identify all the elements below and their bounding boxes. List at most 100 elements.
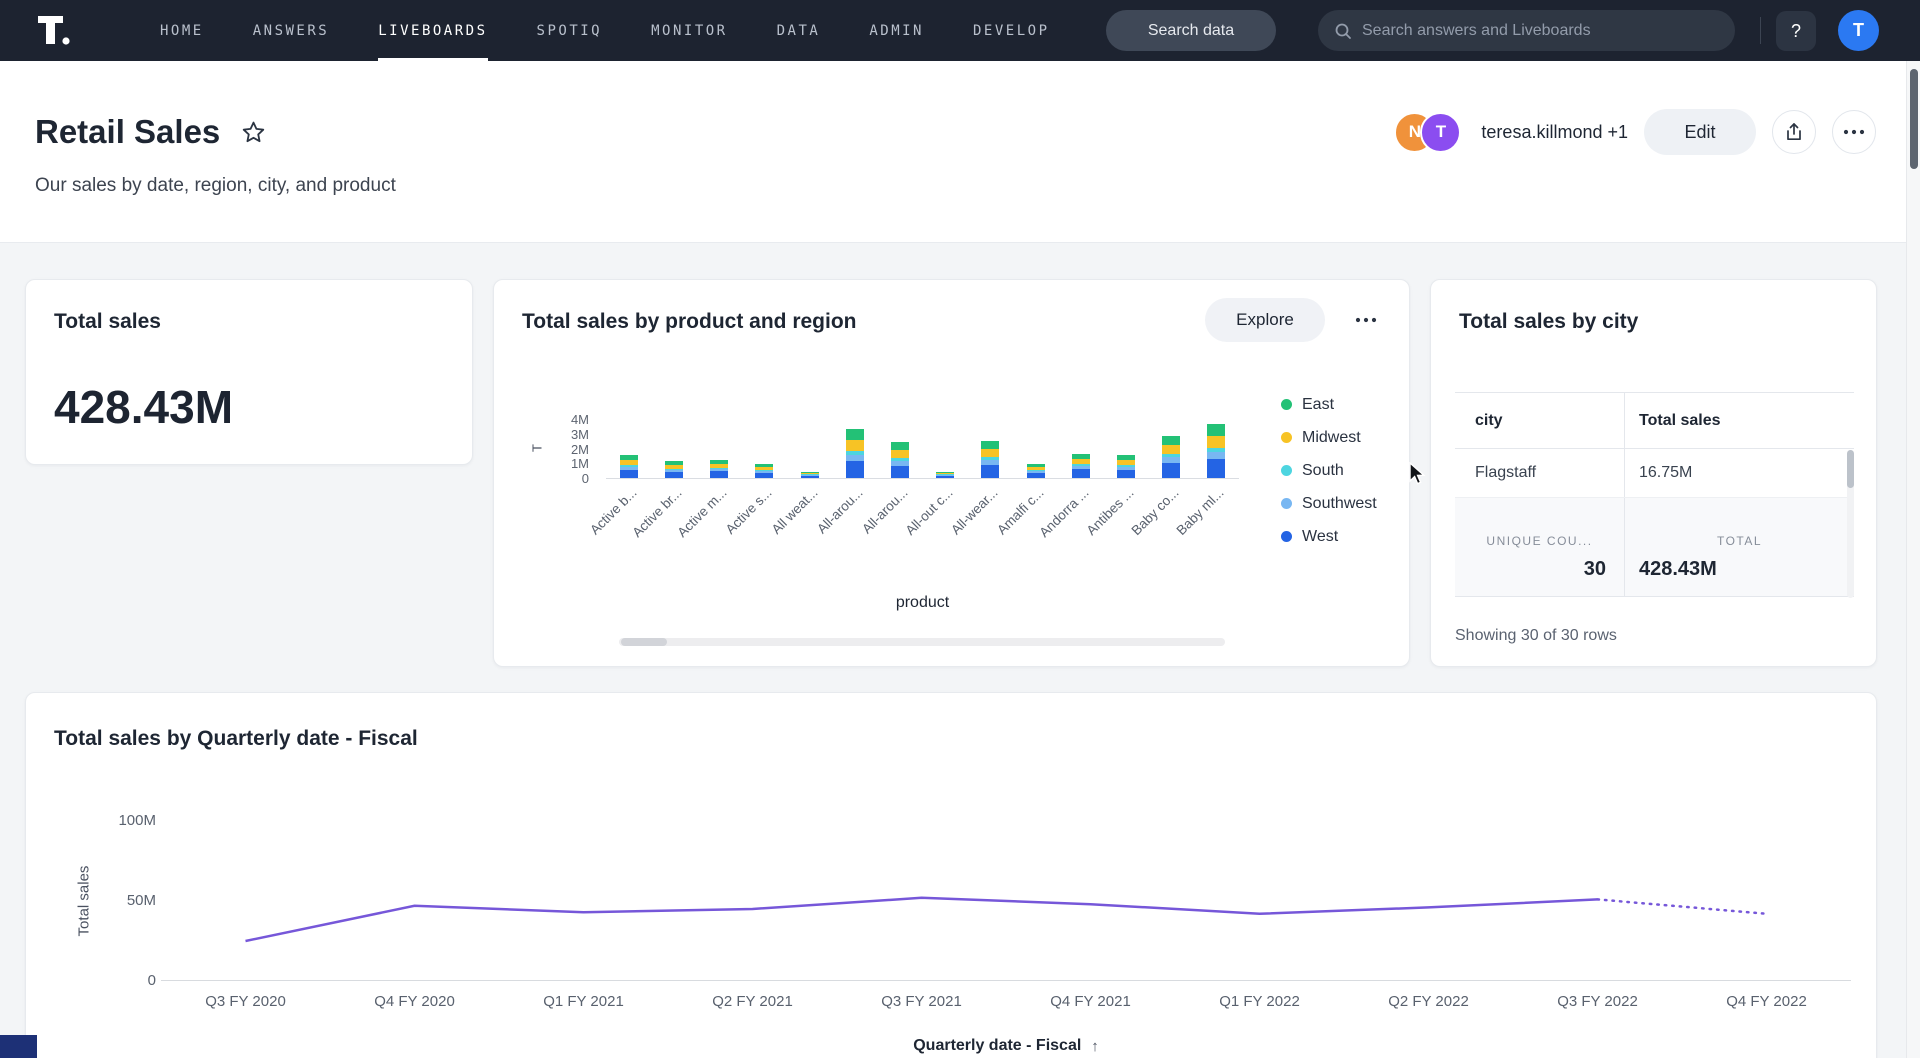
- line-x-axis-title: Quarterly date - Fiscal: [913, 1037, 1081, 1055]
- page-scrollbar-thumb[interactable]: [1910, 69, 1918, 169]
- nav-item-admin[interactable]: ADMIN: [869, 0, 924, 61]
- legend-label: South: [1302, 462, 1344, 480]
- bar-baby-ml[interactable]: [1207, 424, 1225, 478]
- favorite-star-icon[interactable]: [240, 119, 267, 146]
- nav-item-data[interactable]: DATA: [777, 0, 821, 61]
- bar-segment-midwest[interactable]: [846, 440, 864, 451]
- sales-trend-line-forecast[interactable]: [1598, 899, 1767, 913]
- table-scrollbar-thumb[interactable]: [1847, 450, 1854, 488]
- bar-all-weat[interactable]: [801, 472, 819, 478]
- column-header-total-sales[interactable]: Total sales: [1624, 393, 1854, 448]
- bar-segment-west[interactable]: [620, 470, 638, 478]
- table-summary-row: UNIQUE COU... 30 TOTAL 428.43M: [1455, 498, 1854, 597]
- nav-item-home[interactable]: HOME: [160, 0, 204, 61]
- help-button[interactable]: ?: [1776, 11, 1816, 51]
- table-row[interactable]: Flagstaff 16.75M: [1455, 449, 1854, 498]
- bar-segment-west[interactable]: [981, 465, 999, 478]
- bar-segment-east[interactable]: [846, 429, 864, 440]
- bar-segment-west[interactable]: [755, 473, 773, 478]
- bar-segment-midwest[interactable]: [1162, 445, 1180, 454]
- global-search-input[interactable]: [1362, 22, 1719, 40]
- bar-active-s[interactable]: [755, 464, 773, 478]
- share-icon[interactable]: [1772, 110, 1816, 154]
- nav-item-spotiq[interactable]: SPOTIQ: [537, 0, 603, 61]
- bar-all-arou[interactable]: [891, 442, 909, 478]
- edit-button[interactable]: Edit: [1644, 109, 1756, 155]
- column-header-city[interactable]: city: [1455, 412, 1624, 430]
- sales-trend-line[interactable]: [246, 898, 1598, 941]
- explore-button[interactable]: Explore: [1205, 298, 1325, 342]
- bar-segment-west[interactable]: [936, 476, 954, 478]
- line-chart-svg: [161, 821, 1851, 981]
- legend-item-south[interactable]: South: [1281, 454, 1377, 487]
- legend-dot: [1281, 399, 1292, 410]
- bar-x-axis-title: product: [606, 594, 1239, 612]
- unique-count-label: UNIQUE COU...: [1455, 534, 1624, 548]
- bar-active-br[interactable]: [665, 461, 683, 478]
- bar-segment-southwest[interactable]: [1207, 452, 1225, 459]
- legend-dot: [1281, 465, 1292, 476]
- legend-dot: [1281, 432, 1292, 443]
- bar-segment-midwest[interactable]: [981, 449, 999, 457]
- bar-all-wear[interactable]: [981, 441, 999, 478]
- page-scrollbar[interactable]: [1906, 61, 1920, 1058]
- bar-all-arou[interactable]: [846, 429, 864, 478]
- legend-item-east[interactable]: East: [1281, 388, 1377, 421]
- bar-segment-west[interactable]: [1072, 469, 1090, 478]
- nav-item-monitor[interactable]: MONITOR: [651, 0, 728, 61]
- bar-active-b[interactable]: [620, 455, 638, 478]
- bar-segment-west[interactable]: [1162, 463, 1180, 478]
- bar-segment-east[interactable]: [981, 441, 999, 449]
- table-header-row: city Total sales: [1455, 392, 1854, 449]
- bar-segment-west[interactable]: [801, 476, 819, 478]
- bar-x-axis: Active b...Active br...Active m...Active…: [606, 483, 1239, 583]
- nav-item-answers[interactable]: ANSWERS: [253, 0, 330, 61]
- collaborator-avatar-t[interactable]: T: [1420, 112, 1461, 153]
- bar-baby-co[interactable]: [1162, 436, 1180, 478]
- chart-horizontal-scrollbar[interactable]: [619, 638, 1225, 646]
- nav-item-develop[interactable]: DEVELOP: [973, 0, 1050, 61]
- bar-segment-west[interactable]: [1207, 459, 1225, 478]
- bar-segment-midwest[interactable]: [1207, 436, 1225, 448]
- total-value: 428.43M: [1639, 558, 1717, 581]
- legend-item-southwest[interactable]: Southwest: [1281, 487, 1377, 520]
- total-label: TOTAL: [1625, 534, 1854, 548]
- bar-segment-west[interactable]: [710, 471, 728, 478]
- bar-segment-midwest[interactable]: [891, 450, 909, 458]
- total-sales-card: Total sales 428.43M: [25, 279, 473, 465]
- nav-item-liveboards[interactable]: LIVEBOARDS: [378, 0, 487, 61]
- more-options-icon[interactable]: [1832, 110, 1876, 154]
- bar-amalfi-c[interactable]: [1027, 464, 1045, 478]
- global-search-field[interactable]: [1318, 10, 1735, 51]
- bar-andorra[interactable]: [1072, 454, 1090, 478]
- bar-all-out-c[interactable]: [936, 472, 954, 478]
- bar-segment-east[interactable]: [891, 442, 909, 450]
- bar-segment-west[interactable]: [846, 461, 864, 478]
- collaborator-avatars: NT: [1394, 112, 1461, 153]
- city-table-card: Total sales by city city Total sales Fla…: [1430, 279, 1877, 667]
- table-vertical-scrollbar[interactable]: [1847, 450, 1854, 598]
- line-x-tick-label: Q3 FY 2021: [852, 993, 992, 1010]
- city-table: city Total sales Flagstaff 16.75M UNIQUE…: [1455, 392, 1854, 597]
- bar-segment-east[interactable]: [1162, 436, 1180, 445]
- page-title: Retail Sales: [35, 113, 220, 151]
- line-x-tick-label: Q4 FY 2021: [1021, 993, 1161, 1010]
- search-data-button[interactable]: Search data: [1106, 10, 1276, 51]
- bar-segment-west[interactable]: [665, 472, 683, 478]
- bar-antibes[interactable]: [1117, 455, 1135, 478]
- chart-scrollbar-thumb[interactable]: [621, 638, 667, 646]
- legend-item-west[interactable]: West: [1281, 520, 1377, 553]
- sort-ascending-icon[interactable]: ↑: [1091, 1038, 1099, 1055]
- legend-item-midwest[interactable]: Midwest: [1281, 421, 1377, 454]
- user-avatar[interactable]: T: [1838, 10, 1879, 51]
- bar-segment-west[interactable]: [891, 466, 909, 478]
- collaborators-label[interactable]: teresa.killmond +1: [1481, 122, 1628, 143]
- bar-segment-west[interactable]: [1117, 470, 1135, 478]
- card-more-options-icon[interactable]: [1346, 300, 1386, 340]
- bar-active-m[interactable]: [710, 460, 728, 478]
- row-count-status: Showing 30 of 30 rows: [1455, 627, 1617, 645]
- bar-segment-west[interactable]: [1027, 473, 1045, 478]
- line-y-tick-label: 100M: [96, 812, 156, 829]
- thoughtspot-logo-icon[interactable]: [36, 13, 76, 54]
- bar-segment-east[interactable]: [1207, 424, 1225, 436]
